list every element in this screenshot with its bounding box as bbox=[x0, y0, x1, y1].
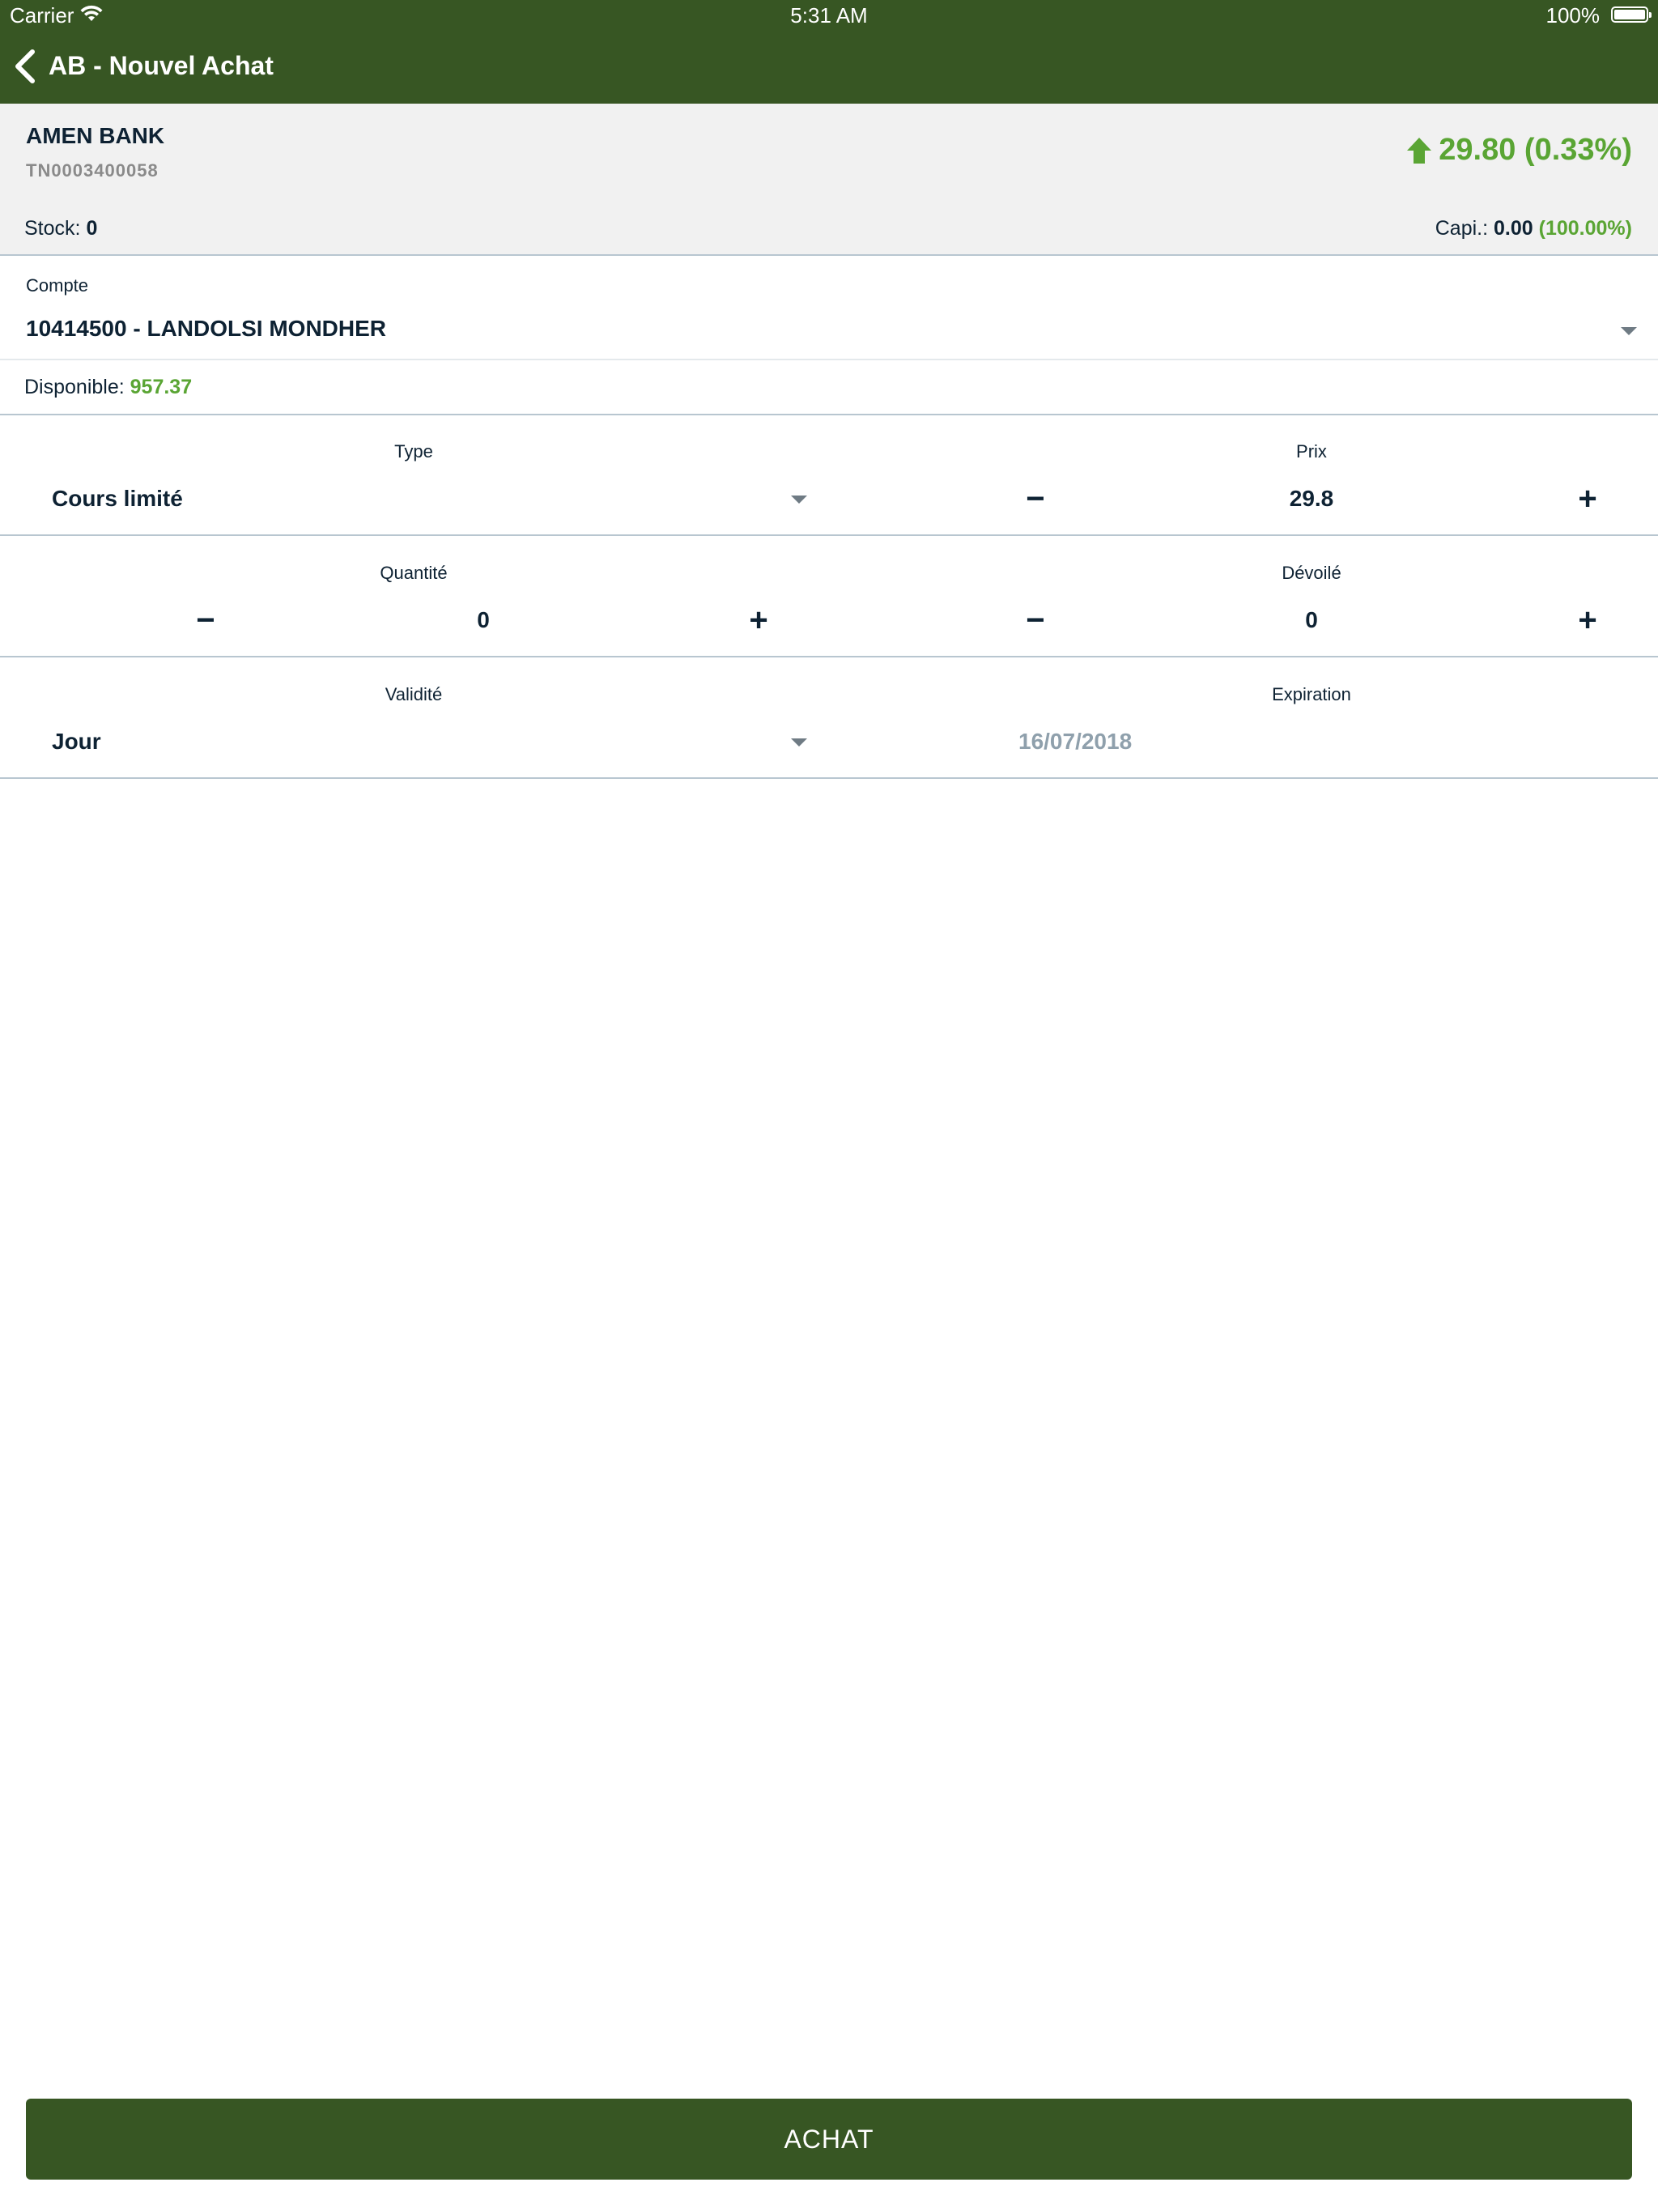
available-value: 957.37 bbox=[130, 376, 193, 398]
divider bbox=[0, 359, 1658, 360]
stock-value: 0 bbox=[86, 217, 98, 240]
divider bbox=[0, 656, 1658, 657]
disclosed-increment-button[interactable]: + bbox=[1563, 596, 1612, 644]
price-change: 29.80 (0.33%) bbox=[1405, 133, 1632, 168]
chevron-left-icon bbox=[15, 49, 35, 83]
quantity-input[interactable]: 0 bbox=[321, 607, 645, 633]
status-time: 5:31 AM bbox=[790, 3, 868, 28]
buy-button[interactable]: ACHAT bbox=[26, 2099, 1632, 2180]
quantity-label: Quantité bbox=[380, 563, 448, 583]
stock-header bbox=[0, 104, 1658, 256]
stock-label: Stock: bbox=[24, 217, 81, 240]
disclosed-label: Dévoilé bbox=[1282, 563, 1341, 583]
validity-value: Jour bbox=[52, 729, 101, 754]
price-input[interactable]: 29.8 bbox=[1150, 486, 1473, 512]
status-battery-percent: 100% bbox=[1545, 3, 1601, 28]
expiration-date-field[interactable]: 16/07/2018 bbox=[1018, 729, 1132, 755]
validity-label: Validité bbox=[385, 684, 443, 704]
disclosed-decrement-button[interactable]: − bbox=[1011, 596, 1060, 644]
capi-value: 0.00 bbox=[1494, 217, 1533, 240]
price-change-value: 29.80 (0.33%) bbox=[1439, 133, 1632, 167]
price-increment-button[interactable]: + bbox=[1563, 474, 1612, 523]
capitalization: Capi.: 0.00 (100.00%) bbox=[1435, 217, 1632, 240]
account-label: Compte bbox=[26, 275, 89, 296]
caret-down-icon bbox=[1621, 327, 1637, 335]
page-title: AB - Nouvel Achat bbox=[49, 51, 274, 80]
expiration-label: Expiration bbox=[1272, 684, 1351, 704]
stock-quantity: Stock: 0 bbox=[24, 217, 97, 240]
capi-percent: (100.00%) bbox=[1538, 217, 1632, 240]
divider bbox=[0, 534, 1658, 536]
capi-label: Capi.: bbox=[1435, 217, 1489, 240]
battery-icon bbox=[1611, 6, 1652, 23]
divider bbox=[0, 414, 1658, 415]
stock-isin: TN0003400058 bbox=[26, 160, 159, 181]
validity-dropdown[interactable] bbox=[24, 721, 826, 766]
account-dropdown[interactable] bbox=[0, 257, 1658, 359]
caret-down-icon bbox=[791, 496, 807, 504]
quantity-decrement-button[interactable]: − bbox=[181, 596, 230, 644]
arrow-up-icon bbox=[1407, 137, 1432, 164]
available-label: Disponible: bbox=[24, 376, 125, 398]
stock-name: AMEN BANK bbox=[26, 123, 165, 148]
price-decrement-button[interactable]: − bbox=[1011, 474, 1060, 523]
available-balance: Disponible: 957.37 bbox=[24, 376, 192, 399]
account-value: 10414500 - LANDOLSI MONDHER bbox=[26, 316, 387, 341]
quantity-increment-button[interactable]: + bbox=[734, 596, 783, 644]
back-button[interactable] bbox=[8, 45, 40, 87]
type-label: Type bbox=[394, 441, 433, 462]
disclosed-input[interactable]: 0 bbox=[1150, 607, 1473, 633]
order-type-value: Cours limité bbox=[52, 486, 183, 511]
price-label: Prix bbox=[1296, 441, 1327, 462]
divider bbox=[0, 777, 1658, 779]
caret-down-icon bbox=[791, 738, 807, 747]
